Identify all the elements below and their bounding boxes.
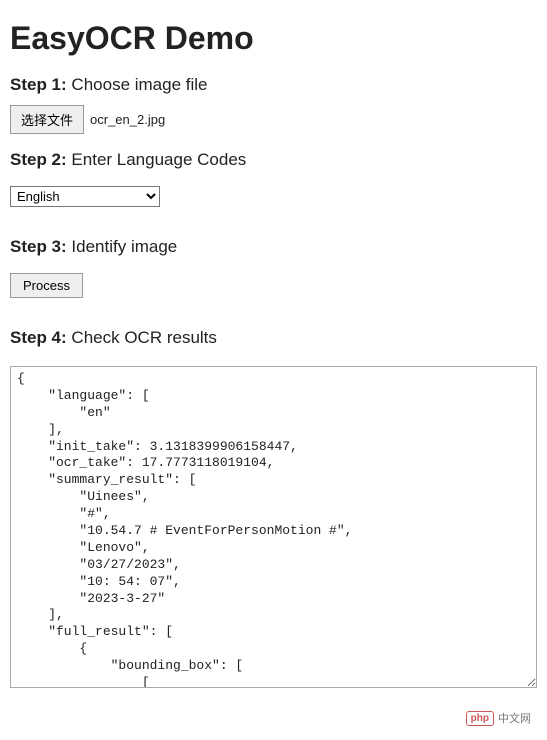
ocr-results-textarea[interactable] — [10, 366, 537, 688]
step3-text: Identify image — [71, 237, 177, 256]
language-select[interactable]: English — [10, 186, 160, 207]
page-title: EasyOCR Demo — [10, 20, 537, 57]
step4-row: Step 4: Check OCR results — [10, 328, 537, 348]
step1-label: Step 1: Choose image file — [10, 75, 208, 94]
step4-text: Check OCR results — [71, 328, 216, 347]
step2-text: Enter Language Codes — [71, 150, 246, 169]
chosen-filename: ocr_en_2.jpg — [90, 112, 165, 127]
step1-text: Choose image file — [71, 75, 207, 94]
step3-label: Step 3: Identify image — [10, 237, 177, 256]
file-input-wrap: 选择文件 ocr_en_2.jpg — [10, 105, 537, 134]
step4-label: Step 4: Check OCR results — [10, 328, 217, 347]
step3-row: Step 3: Identify image — [10, 237, 537, 257]
watermark: php 中文网 — [466, 710, 531, 726]
step1-bold: Step 1: — [10, 75, 67, 94]
choose-file-button[interactable]: 选择文件 — [10, 105, 84, 134]
step4-bold: Step 4: — [10, 328, 67, 347]
watermark-text: 中文网 — [498, 710, 531, 726]
step1-row: Step 1: Choose image file — [10, 75, 537, 95]
step3-bold: Step 3: — [10, 237, 67, 256]
step2-row: Step 2: Enter Language Codes — [10, 150, 537, 170]
step2-bold: Step 2: — [10, 150, 67, 169]
process-button[interactable]: Process — [10, 273, 83, 298]
step2-label: Step 2: Enter Language Codes — [10, 150, 246, 169]
watermark-logo: php — [466, 711, 494, 726]
